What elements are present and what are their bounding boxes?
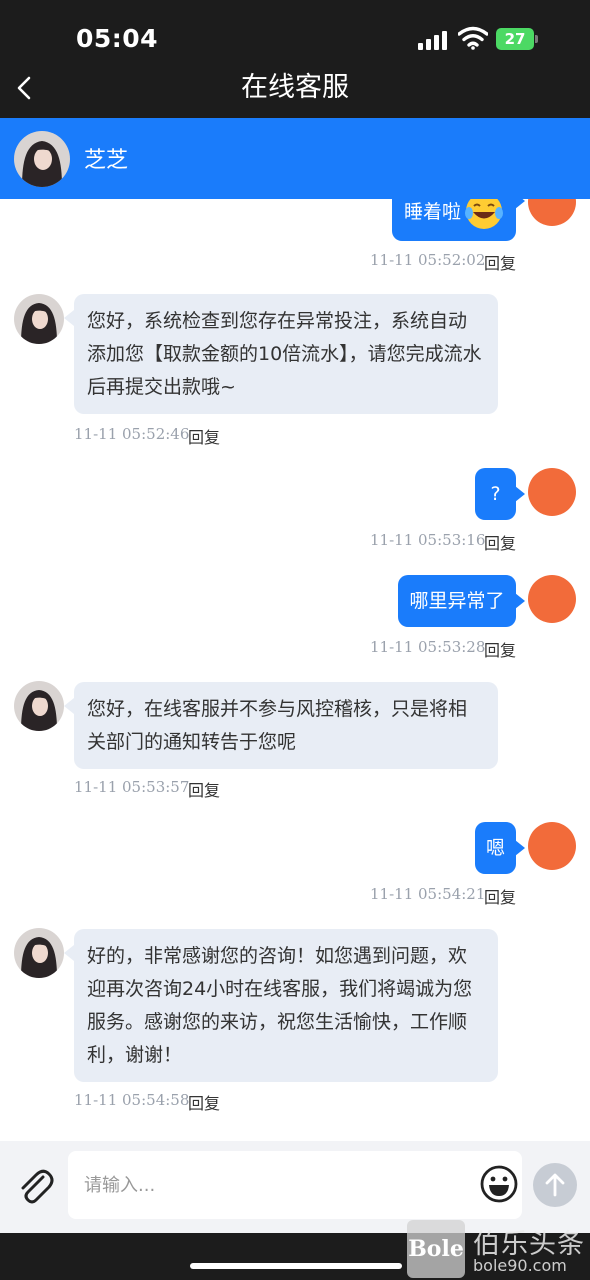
- reply-link[interactable]: 回复: [188, 424, 220, 448]
- watermark-url: bole90.com: [473, 1256, 567, 1275]
- input-box: [68, 1151, 522, 1219]
- message-text: 好的，非常感谢您的咨询！如您遇到问题，欢迎再次咨询24小时在线客服，我们将竭诚为…: [87, 945, 473, 1066]
- message-text: 睡着啦: [404, 201, 462, 223]
- home-indicator[interactable]: [190, 1263, 402, 1269]
- emoji-button[interactable]: [478, 1163, 520, 1205]
- reply-link[interactable]: 回复: [484, 637, 516, 661]
- smiley-icon: [480, 1165, 518, 1203]
- agent-avatar[interactable]: [14, 131, 70, 187]
- message-text: 您好，系统检查到您存在异常投注，系统自动添加您【取款金额的10倍流水】，请您完成…: [87, 310, 482, 398]
- watermark-logo: Bole: [407, 1220, 465, 1278]
- message-time: 11-11 05:52:46: [74, 425, 190, 443]
- chat-messages[interactable]: 睡着啦 11-11 05:52:02 回复 您好，系统检查到您存在异常投注，系统…: [0, 199, 590, 1141]
- user-avatar: [528, 468, 576, 516]
- agent-message-bubble[interactable]: 您好，在线客服并不参与风控稽核，只是将相关部门的通知转告于您呢: [64, 682, 498, 769]
- message-text: 哪里异常了: [409, 590, 505, 612]
- agent-avatar: [14, 294, 64, 344]
- message-time: 11-11 05:52:02: [370, 251, 486, 269]
- paperclip-icon: [21, 1169, 54, 1204]
- avatar-photo-icon: [14, 294, 64, 344]
- agent-header: 芝芝: [0, 118, 590, 199]
- user-message-bubble[interactable]: 睡着啦: [392, 199, 525, 241]
- message-text: ?: [490, 483, 501, 505]
- message-text: 嗯: [485, 837, 505, 859]
- reply-link[interactable]: 回复: [484, 530, 516, 554]
- nav-bar: 在线客服: [0, 72, 590, 118]
- user-avatar: [528, 199, 576, 226]
- grinning-tears-emoji-icon: [465, 199, 503, 229]
- agent-message-bubble[interactable]: 您好，系统检查到您存在异常投注，系统自动添加您【取款金额的10倍流水】，请您完成…: [64, 294, 498, 414]
- agent-avatar: [14, 928, 64, 978]
- message-time: 11-11 05:54:58: [74, 1091, 190, 1109]
- reply-link[interactable]: 回复: [188, 777, 220, 801]
- attach-button[interactable]: [14, 1165, 56, 1207]
- agent-name: 芝芝: [84, 148, 129, 173]
- avatar-photo-icon: [14, 131, 70, 187]
- reply-link[interactable]: 回复: [188, 1090, 220, 1114]
- message-time: 11-11 05:53:57: [74, 778, 190, 796]
- reply-link[interactable]: 回复: [484, 884, 516, 908]
- user-avatar: [528, 822, 576, 870]
- message-text: 您好，在线客服并不参与风控稽核，只是将相关部门的通知转告于您呢: [87, 698, 468, 753]
- avatar-photo-icon: [14, 681, 64, 731]
- message-input[interactable]: [84, 1151, 464, 1219]
- battery-tip: [535, 35, 538, 43]
- watermark: Bole 伯乐头条 bole90.com: [407, 1220, 590, 1280]
- user-avatar: [528, 575, 576, 623]
- wifi-icon: [458, 26, 488, 50]
- reply-link[interactable]: 回复: [484, 250, 516, 274]
- page-title: 在线客服: [241, 72, 349, 103]
- user-message-bubble[interactable]: 哪里异常了: [398, 575, 525, 627]
- agent-avatar: [14, 681, 64, 731]
- agent-message-bubble[interactable]: 好的，非常感谢您的咨询！如您遇到问题，欢迎再次咨询24小时在线客服，我们将竭诚为…: [64, 929, 498, 1082]
- arrow-up-icon: [545, 1173, 565, 1197]
- message-time: 11-11 05:53:28: [370, 638, 486, 656]
- send-button[interactable]: [533, 1163, 577, 1207]
- message-time: 11-11 05:54:21: [370, 885, 486, 903]
- user-message-bubble[interactable]: ?: [475, 468, 525, 520]
- battery-icon: 27: [496, 28, 534, 50]
- message-time: 11-11 05:53:16: [370, 531, 486, 549]
- user-message-bubble[interactable]: 嗯: [475, 822, 525, 874]
- avatar-photo-icon: [14, 928, 64, 978]
- status-bar: 05:04 27: [0, 0, 590, 72]
- signal-icon: [418, 30, 448, 50]
- status-time: 05:04: [76, 24, 159, 53]
